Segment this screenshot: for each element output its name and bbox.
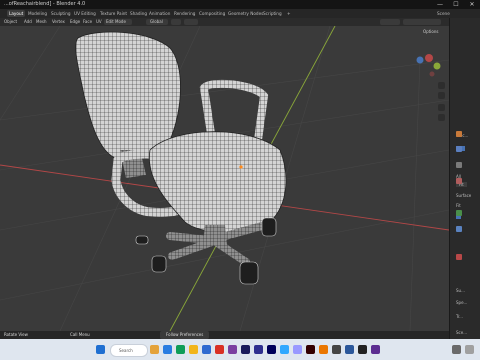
workspace-tabs: Layout Modeling Sculpting UV Editing Tex… [0,9,480,18]
tab-texture-paint[interactable]: Texture Paint [98,10,129,17]
status-mid: Call Menu [70,332,90,337]
search-box[interactable]: Search [110,344,148,357]
taskbar-app-1-icon[interactable] [150,345,159,354]
file-explorer-icon[interactable] [189,345,198,354]
taskbar-app-17-icon[interactable] [358,345,367,354]
tab-rendering[interactable]: Rendering [172,10,197,17]
viewport-scene [0,26,449,331]
maximize-button[interactable]: ☐ [448,0,464,9]
tool-icon[interactable] [456,131,462,137]
tab-animation[interactable]: Animation [147,10,172,17]
orientation-label: Global [150,19,163,24]
taskbar-app-11-icon[interactable] [280,345,289,354]
minimize-button[interactable]: — [432,0,448,9]
props-row-sce: Sce... [456,330,468,335]
taskbar-app-10-icon[interactable] [267,345,276,354]
chair-seat[interactable] [148,131,287,233]
material-icon[interactable] [456,254,462,260]
taskbar-app-6-icon[interactable] [215,345,224,354]
menu-edge[interactable]: Edge [70,18,80,26]
taskbar-app-13-icon[interactable] [306,345,315,354]
tab-geometry-nodes[interactable]: Geometry Nodes [226,10,265,17]
taskbar-app-5-icon[interactable] [202,345,211,354]
taskbar-app-15-icon[interactable] [332,345,341,354]
system-tray-icon[interactable] [452,345,461,354]
close-button[interactable]: ✕ [464,0,480,9]
taskbar-app-3-icon[interactable] [176,345,185,354]
tab-shading[interactable]: Shading [128,10,149,17]
zoom-icon[interactable] [438,82,445,89]
perspective-grid-icon[interactable] [438,114,445,121]
add-workspace-button[interactable]: + [285,10,293,17]
taskbar-app-7-icon[interactable] [228,345,237,354]
mode-label: Edit Mode [106,19,126,24]
output-icon[interactable] [456,162,462,168]
menu-vertex[interactable]: Vertex [52,18,65,26]
search-placeholder: Search [119,348,133,353]
window-titlebar: ...ofReachairblend] - Blender 4.0 — ☐ ✕ [0,0,480,9]
blender-taskbar-icon[interactable] [319,345,328,354]
menu-add[interactable]: Add [24,18,32,26]
tab-layout[interactable]: Layout [7,10,26,17]
menu-object[interactable]: Object [4,18,17,26]
camera-icon[interactable] [438,104,445,111]
props-row-tr: Tr... [456,314,463,319]
taskbar-app-9-icon[interactable] [254,345,263,354]
taskbar-app-16-icon[interactable] [345,345,354,354]
pivot-button[interactable] [171,19,181,25]
status-left: Rotate View [4,332,28,337]
tab-scripting[interactable]: Scripting [261,10,284,17]
shading-buttons[interactable] [403,19,441,25]
overlay-buttons[interactable] [380,19,400,25]
props-row-spe: Spe... [456,300,468,305]
props-row-su: Su... [456,288,465,293]
window-title: ...ofReachairblend] - Blender 4.0 [4,1,86,7]
pan-icon[interactable] [438,92,445,99]
menu-face[interactable]: Face [83,18,92,26]
taskbar-app-18-icon[interactable] [371,345,380,354]
status-bar: Rotate View Call Menu Follow Preferences [0,331,449,339]
start-icon[interactable] [96,345,105,354]
props-row-surface: Surface [456,193,472,198]
notification-icon[interactable] [465,345,474,354]
scene-selector[interactable]: Scene [435,10,452,17]
taskbar-app-8-icon[interactable] [241,345,250,354]
render-icon[interactable] [456,146,462,152]
taskbar-app-2-icon[interactable] [163,345,172,354]
windows-taskbar: Search [0,339,480,360]
modifier-icon[interactable] [456,226,462,232]
options-dropdown[interactable]: Options [423,29,438,34]
menu-uv[interactable]: UV [96,18,102,26]
menu-mesh[interactable]: Mesh [36,18,47,26]
snap-button[interactable] [184,19,198,25]
tab-modeling[interactable]: Modeling [26,10,49,17]
taskbar-app-12-icon[interactable] [293,345,302,354]
properties-panel: Proc... All Fit Surface Fit Su... Spe...… [449,18,480,339]
viewport-header: Object Add Mesh Vertex Edge Face UV Edit… [0,18,449,26]
tab-uv-editing[interactable]: UV Editing [72,10,98,17]
tab-sculpting[interactable]: Sculpting [49,10,73,17]
object-icon[interactable] [456,210,462,216]
tab-compositing[interactable]: Compositing [197,10,227,17]
3d-cursor [239,165,243,169]
props-row-fit2: Fit [456,203,461,208]
3d-viewport[interactable]: Options [0,26,449,331]
follow-preferences-button[interactable]: Follow Preferences [160,331,210,339]
scene-icon[interactable] [456,178,462,184]
